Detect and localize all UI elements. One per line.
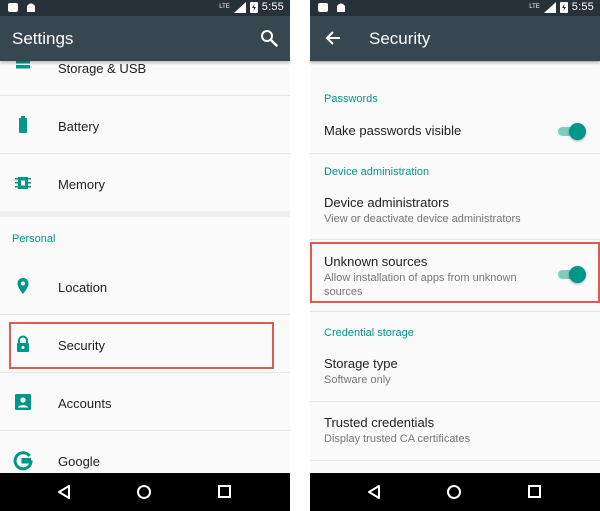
settings-item-label: Google	[58, 454, 100, 469]
pref-trusted-credentials[interactable]: Trusted credentials Display trusted CA c…	[310, 402, 600, 460]
back-nav-icon[interactable]	[57, 485, 71, 499]
category-credential-storage: Credential storage	[324, 327, 414, 339]
recents-nav-icon[interactable]	[528, 485, 541, 498]
pref-summary: Display trusted CA certificates	[324, 433, 471, 445]
google-icon	[13, 451, 33, 471]
category-device-administration: Device administration	[324, 166, 430, 178]
battery-charging-icon	[249, 2, 258, 13]
battery-charging-icon	[559, 2, 568, 13]
security-screen: LTE 5:55 Security Passwords Make passwor…	[310, 0, 600, 511]
settings-list: Storage & USB Battery Memory Personal Lo…	[0, 61, 290, 473]
back-arrow-icon[interactable]	[324, 29, 342, 47]
settings-item-google[interactable]: Google	[0, 431, 290, 473]
memory-icon	[15, 177, 31, 189]
divider	[310, 61, 600, 62]
search-icon[interactable]	[260, 29, 278, 47]
app-bar: Settings	[0, 16, 290, 61]
pref-summary: View or deactivate device administrators	[324, 213, 521, 225]
settings-item-label: Battery	[58, 119, 100, 134]
settings-item-storage[interactable]: Storage & USB	[0, 61, 290, 95]
settings-item-label: Location	[58, 280, 108, 295]
section-header-personal: Personal	[12, 233, 56, 245]
pref-title: Trusted credentials	[324, 415, 435, 430]
settings-item-battery[interactable]: Battery	[0, 96, 290, 153]
network-type: LTE	[529, 4, 540, 10]
divider	[310, 239, 600, 240]
android-icon	[27, 3, 35, 12]
navigation-bar	[0, 473, 290, 511]
toggle-thumb	[569, 123, 586, 140]
section-divider	[0, 211, 290, 217]
status-time: 5:55	[261, 1, 284, 13]
settings-item-label: Storage & USB	[58, 61, 147, 76]
pref-make-passwords-visible[interactable]: Make passwords visible	[310, 113, 600, 149]
app-bar: Security	[310, 16, 600, 61]
security-highlight-box	[9, 322, 274, 369]
pref-summary: Software only	[324, 374, 391, 386]
home-nav-icon[interactable]	[137, 485, 151, 499]
pref-title: Storage type	[324, 356, 398, 371]
notification-icon	[318, 3, 328, 12]
storage-icon	[16, 61, 30, 69]
navigation-bar	[310, 473, 600, 511]
home-nav-icon[interactable]	[447, 485, 461, 499]
android-icon	[337, 3, 345, 12]
settings-item-accounts[interactable]: Accounts	[0, 373, 290, 430]
signal-icon	[233, 1, 246, 13]
status-time: 5:55	[571, 1, 594, 13]
notification-icon	[8, 3, 18, 12]
settings-item-location[interactable]: Location	[0, 257, 290, 314]
settings-item-label: Memory	[58, 177, 105, 192]
pref-storage-type[interactable]: Storage type Software only	[310, 347, 600, 401]
back-nav-icon[interactable]	[367, 485, 381, 499]
pref-device-administrators[interactable]: Device administrators View or deactivate…	[310, 185, 600, 237]
status-bar: LTE 5:55	[0, 0, 290, 16]
network-type: LTE	[219, 4, 230, 10]
divider	[310, 311, 600, 312]
divider	[310, 460, 600, 461]
recents-nav-icon[interactable]	[218, 485, 231, 498]
battery-icon	[19, 116, 27, 133]
pref-title: Device administrators	[324, 195, 449, 210]
page-title: Security	[369, 29, 431, 48]
category-passwords: Passwords	[324, 93, 378, 105]
settings-item-memory[interactable]: Memory	[0, 154, 290, 211]
page-title: Settings	[12, 29, 74, 48]
account-icon	[15, 394, 31, 410]
location-icon	[17, 278, 29, 294]
settings-item-label: Accounts	[58, 396, 112, 411]
unknown-sources-highlight-box	[310, 242, 600, 303]
pref-title: Make passwords visible	[324, 123, 462, 138]
make-passwords-visible-toggle[interactable]	[556, 122, 586, 140]
divider	[310, 153, 600, 154]
settings-screen: LTE 5:55 Settings Storage & USB Battery	[0, 0, 290, 511]
status-bar: LTE 5:55	[310, 0, 600, 16]
signal-icon	[543, 1, 556, 13]
